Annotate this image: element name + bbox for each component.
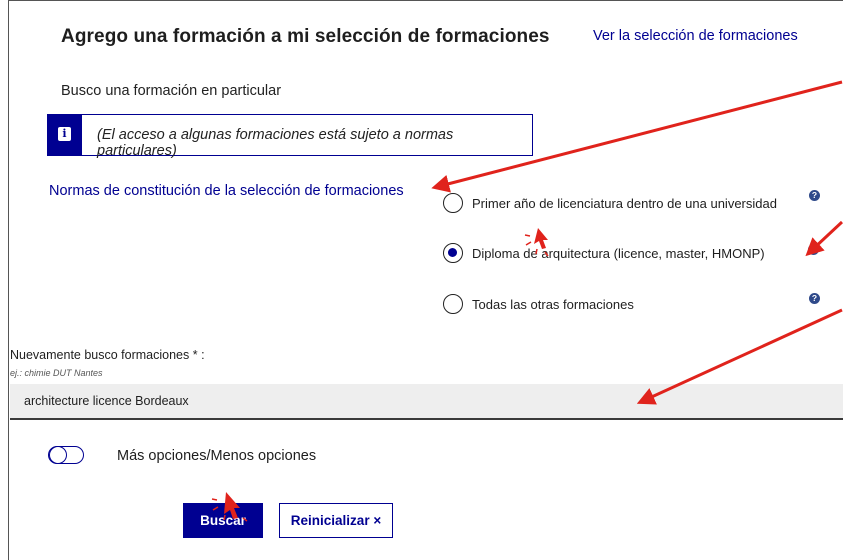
more-options-label: Más opciones/Menos opciones [117,448,317,464]
option-otras[interactable]: Todas las otras formaciones [443,294,634,314]
more-options-toggle[interactable] [48,445,84,464]
option-label: Primer año de licenciatura dentro de una… [472,195,777,211]
notice-bar: i [48,115,82,155]
radio-licenciatura[interactable] [443,193,463,213]
search-particular-label: Busco una formación en particular [61,83,282,99]
search-field-hint: ej.: chimie DUT Nantes [10,368,103,378]
notice-box: i (El acceso a algunas formaciones está … [47,114,533,159]
option-label: Todas las otras formaciones [472,296,634,312]
option-arquitectura[interactable]: Diploma de arquitectura (licence, master… [443,243,765,263]
search-button[interactable]: Buscar [183,503,263,538]
option-label: Diploma de arquitectura (licence, master… [472,245,765,261]
notice-text: (El acceso a algunas formaciones está su… [97,127,454,159]
search-field-label: Nuevamente busco formaciones * : [10,348,205,362]
rules-link[interactable]: Normas de constitución de la selección d… [49,183,404,199]
toggle-knob [49,445,67,464]
reset-button[interactable]: Reinicializar × [279,503,393,538]
page-title: Agrego una formación a mi selección de f… [61,26,550,47]
help-icon[interactable]: ? [808,244,819,255]
radio-otras[interactable] [443,294,463,314]
radio-arquitectura[interactable] [443,243,463,263]
info-icon: i [58,127,71,141]
view-selection-link[interactable]: Ver la selección de formaciones [593,28,798,44]
option-licenciatura[interactable]: Primer año de licenciatura dentro de una… [443,193,777,213]
help-icon[interactable]: ? [809,293,820,304]
help-icon[interactable]: ? [809,190,820,201]
search-input[interactable] [10,384,843,420]
